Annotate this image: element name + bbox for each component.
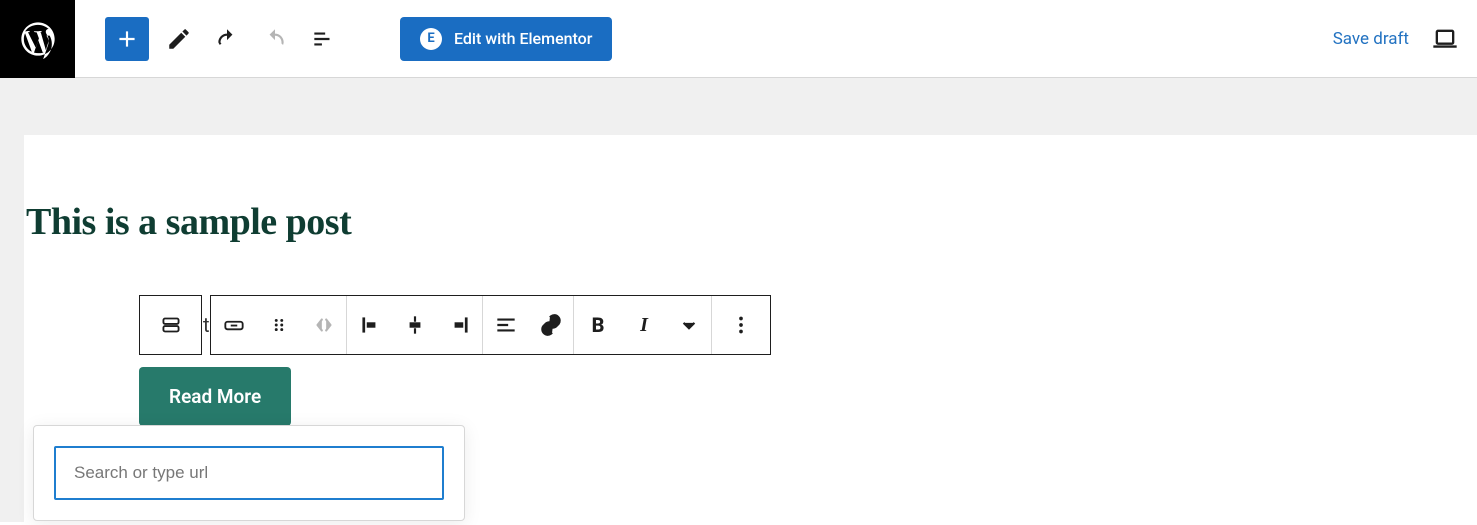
redo-icon (262, 26, 288, 52)
align-left-icon (493, 312, 519, 338)
editor-top-toolbar: E Edit with Elementor Save draft (0, 0, 1477, 78)
add-block-button[interactable] (105, 17, 149, 61)
bold-button[interactable]: B (574, 297, 622, 353)
undo-icon (214, 26, 240, 52)
button-block[interactable]: Read More (139, 367, 291, 426)
elementor-badge-icon: E (420, 28, 442, 50)
pencil-icon (166, 26, 192, 52)
read-more-button[interactable]: Read More (139, 367, 291, 426)
more-vertical-icon (728, 312, 754, 338)
drag-handle[interactable] (256, 297, 301, 353)
link-icon (538, 312, 564, 338)
drag-icon (268, 314, 290, 336)
link-url-input[interactable] (54, 446, 444, 500)
justify-center-button[interactable] (392, 297, 437, 353)
edit-mode-button[interactable] (157, 17, 201, 61)
italic-button[interactable]: I (622, 297, 666, 353)
elementor-button-label: Edit with Elementor (454, 29, 592, 48)
editor-canvas[interactable]: This is a sample post te (24, 135, 1477, 525)
link-button[interactable] (528, 297, 573, 353)
bold-icon: B (592, 313, 605, 337)
change-block-type-button[interactable] (211, 297, 256, 353)
chevron-down-icon (676, 312, 702, 338)
align-text-button[interactable] (483, 297, 528, 353)
edit-with-elementor-button[interactable]: E Edit with Elementor (400, 17, 612, 61)
chevrons-left-right-icon (311, 312, 337, 338)
redo-button[interactable] (253, 17, 297, 61)
justify-center-icon (402, 312, 428, 338)
block-toolbar-segment (139, 295, 202, 355)
post-title[interactable]: This is a sample post (24, 135, 1477, 244)
plus-icon (114, 26, 140, 52)
wordpress-icon (18, 19, 58, 59)
laptop-icon (1431, 25, 1459, 53)
justify-right-icon (447, 312, 473, 338)
wordpress-logo-button[interactable] (0, 0, 75, 78)
move-left-right-button[interactable] (301, 297, 346, 353)
block-type-button[interactable] (148, 297, 193, 353)
block-toolbar: B I (139, 295, 771, 355)
block-toolbar-segment: B I (210, 295, 771, 355)
more-rich-text-button[interactable] (666, 297, 711, 353)
justify-left-button[interactable] (347, 297, 392, 353)
justify-left-icon (357, 312, 383, 338)
link-url-popover (33, 425, 465, 521)
undo-button[interactable] (205, 17, 249, 61)
justify-right-button[interactable] (437, 297, 482, 353)
editor-canvas-wrapper: This is a sample post te (0, 78, 1477, 522)
block-options-button[interactable] (712, 297, 770, 353)
list-outline-icon (310, 26, 336, 52)
preview-button[interactable] (1423, 17, 1467, 61)
document-outline-button[interactable] (301, 17, 345, 61)
save-draft-button[interactable]: Save draft (1323, 21, 1419, 57)
buttons-block-icon (158, 312, 184, 338)
italic-icon: I (640, 314, 648, 337)
button-block-icon (221, 312, 247, 338)
